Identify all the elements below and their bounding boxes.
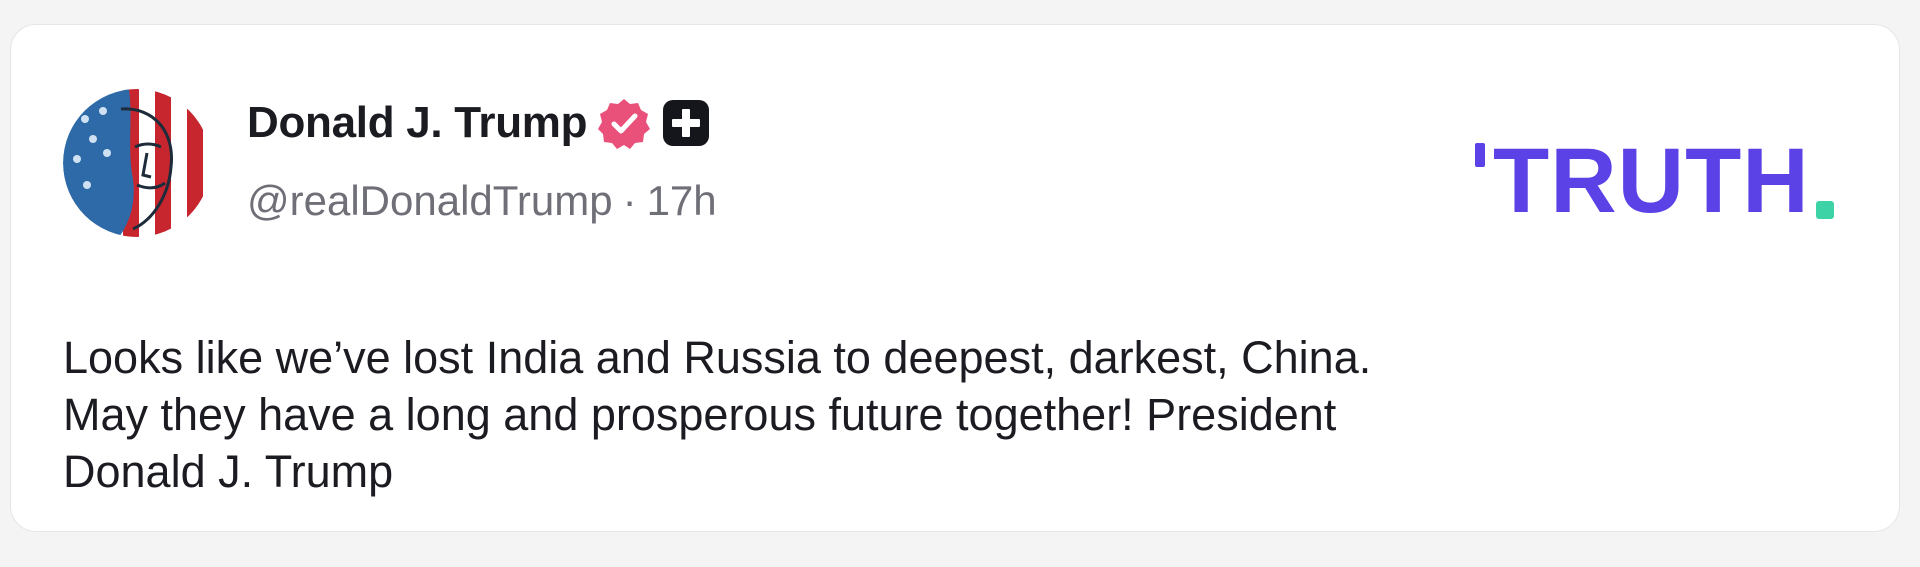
truth-social-logo: TRUTH [1475,135,1834,227]
logo-text: TRUTH [1493,130,1810,232]
post-text-line: Looks like we’ve lost India and Russia t… [63,332,1372,383]
logo-tick-mark [1475,143,1485,167]
post-timestamp[interactable]: 17h [647,177,717,225]
avatar-image [63,89,211,237]
plus-badge-icon [661,98,711,148]
author-name[interactable]: Donald J. Trump [247,98,588,148]
post-body: Looks like we’ve lost India and Russia t… [63,329,1823,500]
logo-period-mark [1815,201,1834,219]
post-text-line: May they have a long and prosperous futu… [63,389,1337,440]
avatar[interactable] [63,89,211,237]
post-text-line: Donald J. Trump [63,446,394,497]
post-card: Donald J. Trump @realDonaldTrump · 17h T… [10,24,1900,532]
author-row: Donald J. Trump [247,95,711,151]
verified-badge-icon [597,96,651,150]
author-handle[interactable]: @realDonaldTrump [247,177,613,225]
meta-separator: · [622,177,637,224]
post-meta: @realDonaldTrump · 17h [247,177,717,225]
